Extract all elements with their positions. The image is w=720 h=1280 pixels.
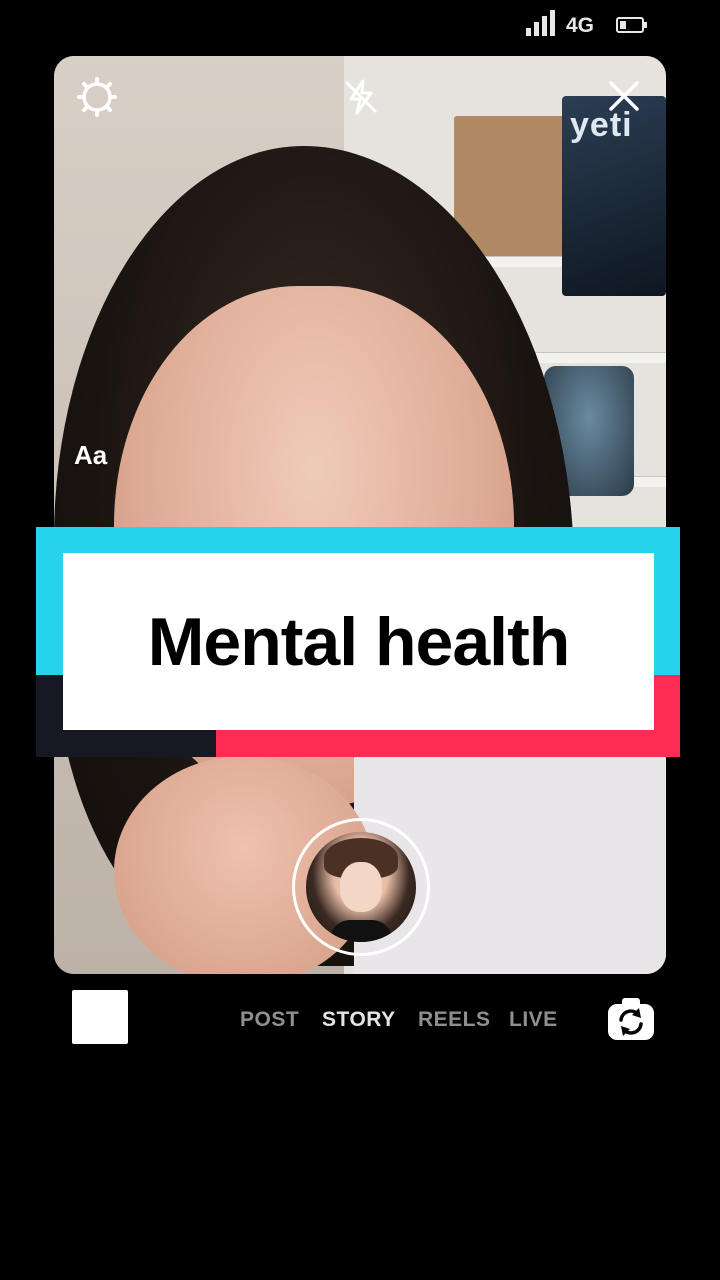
settings-gear-icon[interactable] — [74, 74, 120, 120]
battery-icon — [616, 17, 647, 33]
close-icon[interactable] — [602, 74, 646, 118]
caption-title: Mental health — [147, 603, 570, 680]
mode-post[interactable]: POST — [240, 1008, 299, 1032]
network-label: 4G — [566, 14, 595, 37]
mode-live[interactable]: LIVE — [509, 1008, 558, 1032]
flip-camera-icon[interactable] — [606, 996, 656, 1042]
capture-button[interactable] — [306, 832, 416, 942]
mode-reels[interactable]: REELS — [418, 1008, 491, 1032]
signal-icon — [526, 10, 555, 36]
text-tool-button[interactable]: Aa — [74, 440, 107, 471]
flash-off-icon[interactable] — [338, 74, 384, 120]
cardboard-box — [454, 116, 564, 256]
effect-avatar — [340, 862, 382, 912]
mode-story[interactable]: STORY — [322, 1008, 396, 1032]
